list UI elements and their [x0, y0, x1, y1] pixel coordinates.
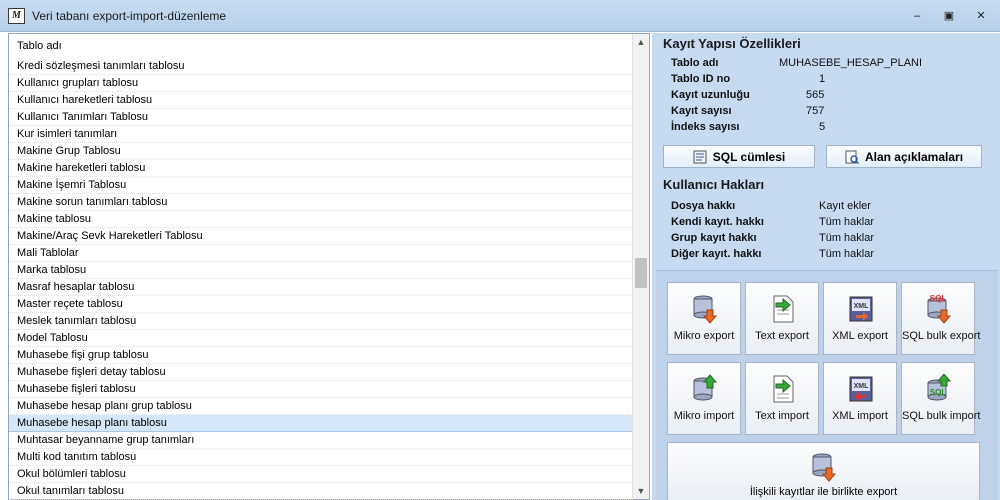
text-import-icon	[773, 375, 794, 403]
tile-label: Text import	[755, 410, 809, 422]
other-record-right-value: Tüm haklar	[819, 248, 875, 260]
table-row[interactable]: Meslek tanımları tablosu	[9, 313, 633, 330]
table-row[interactable]: Muhasebe fişleri tablosu	[9, 381, 633, 398]
table-list-header[interactable]: Tablo adı	[9, 34, 633, 58]
field-descriptions-button[interactable]: Alan açıklamaları	[826, 145, 982, 168]
record-count-value: 757	[806, 105, 825, 117]
tile-label: Mikro import	[673, 410, 735, 422]
table-row[interactable]: Muhtasar beyanname grup tanımları	[9, 432, 633, 449]
record-structure-title: Kayıt Yapısı Özellikleri	[663, 36, 801, 51]
prop-label: Tablo ID no	[671, 73, 731, 85]
tile-label: SQL bulk export	[902, 330, 981, 342]
right-label: Diğer kayıt. hakkı	[671, 248, 762, 260]
table-row[interactable]: Makine Grup Tablosu	[9, 143, 633, 160]
sql-statement-label: SQL cümlesi	[712, 149, 786, 164]
right-label: Grup kayıt hakkı	[671, 232, 757, 244]
sql-export-icon: SQL	[927, 294, 952, 324]
text-import-button[interactable]: Text import	[745, 362, 819, 435]
tile-label: XML import	[832, 410, 888, 422]
table-row[interactable]: Makine/Araç Sevk Hareketleri Tablosu	[9, 228, 633, 245]
vertical-scrollbar[interactable]: ▲ ▼	[632, 34, 649, 499]
export-import-area: Mikro export Text export XML XML export	[656, 270, 998, 500]
tile-label: SQL bulk import	[902, 410, 981, 422]
field-descriptions-icon	[845, 150, 859, 164]
table-row[interactable]: Multi kod tanıtım tablosu	[9, 449, 633, 466]
table-row[interactable]: Okul bölümleri tablosu	[9, 466, 633, 483]
table-row[interactable]: Makine tablosu	[9, 211, 633, 228]
sql-import-icon: SQL	[927, 374, 952, 401]
xml-export-icon: XML	[849, 296, 873, 322]
right-label: Dosya hakkı	[671, 200, 736, 212]
sql-bulk-export-button[interactable]: SQL SQL bulk export	[901, 282, 981, 355]
table-row[interactable]: Muhasebe hesap planı grup tablosu	[9, 398, 633, 415]
table-row[interactable]: Masraf hesaplar tablosu	[9, 279, 633, 296]
svg-text:SQL: SQL	[930, 294, 947, 303]
mikro-export-button[interactable]: Mikro export	[667, 282, 741, 355]
table-row[interactable]: Kullanıcı grupları tablosu	[9, 75, 633, 92]
table-row[interactable]: Master reçete tablosu	[9, 296, 633, 313]
window-title: Veri tabanı export-import-düzenleme	[32, 9, 227, 23]
table-row[interactable]: Model Tablosu	[9, 330, 633, 347]
app-logo-icon: M	[8, 8, 25, 24]
scroll-down-arrow-icon[interactable]: ▼	[633, 483, 649, 499]
xml-import-button[interactable]: XML XML import	[823, 362, 897, 435]
svg-text:XML: XML	[854, 383, 870, 390]
tile-label: XML export	[832, 330, 888, 342]
table-row[interactable]: Makine İşemri Tablosu	[9, 177, 633, 194]
text-export-button[interactable]: Text export	[745, 282, 819, 355]
xml-export-button[interactable]: XML XML export	[823, 282, 897, 355]
table-row-selected[interactable]: Muhasebe hesap planı tablosu	[9, 415, 633, 432]
properties-panel: Kayıt Yapısı Özellikleri Tablo adı MUHAS…	[652, 33, 1000, 500]
table-row[interactable]: Kredi sözleşmesi tanımları tablosu	[9, 58, 633, 75]
prop-label: Kayıt sayısı	[671, 105, 732, 117]
scroll-up-arrow-icon[interactable]: ▲	[633, 34, 649, 50]
table-row[interactable]: Muhasebe fişi grup tablosu	[9, 347, 633, 364]
table-row[interactable]: Kullanıcı Tanımları Tablosu	[9, 109, 633, 126]
tile-label: Mikro export	[673, 330, 735, 342]
right-label: Kendi kayıt. hakkı	[671, 216, 764, 228]
restore-button[interactable]: ▣	[941, 9, 957, 23]
prop-label: Kayıt uzunluğu	[671, 89, 750, 101]
scroll-thumb[interactable]	[635, 258, 647, 288]
prop-label: İndeks sayısı	[671, 121, 740, 133]
svg-text:XML: XML	[854, 303, 870, 310]
record-length-value: 565	[806, 89, 825, 101]
own-record-right-value: Tüm haklar	[819, 216, 875, 228]
group-record-right-value: Tüm haklar	[819, 232, 875, 244]
table-row[interactable]: Mali Tablolar	[9, 245, 633, 262]
database-import-icon	[693, 374, 718, 401]
table-list: Kredi sözleşmesi tanımları tablosu Kulla…	[9, 58, 633, 500]
mikro-import-button[interactable]: Mikro import	[667, 362, 741, 435]
table-row[interactable]: Marka tablosu	[9, 262, 633, 279]
table-row[interactable]: Kur isimleri tanımları	[9, 126, 633, 143]
xml-import-icon: XML	[849, 376, 873, 402]
database-export-icon	[693, 295, 718, 324]
table-row[interactable]: Makine sorun tanımları tablosu	[9, 194, 633, 211]
field-descriptions-label: Alan açıklamaları	[864, 149, 964, 164]
text-export-icon	[773, 295, 794, 323]
table-id-value: 1	[819, 73, 826, 85]
sql-statement-icon	[693, 150, 707, 163]
table-row[interactable]: Makine hareketleri tablosu	[9, 160, 633, 177]
close-button[interactable]: ✕	[973, 9, 989, 23]
user-rights-title: Kullanıcı Hakları	[663, 177, 765, 192]
table-row[interactable]: Kullanıcı hareketleri tablosu	[9, 92, 633, 109]
table-row[interactable]: Muhasebe fişleri detay tablosu	[9, 364, 633, 381]
minimize-button[interactable]: –	[909, 9, 925, 23]
table-row[interactable]: Okul tanımları tablosu	[9, 483, 633, 500]
title-bar: M Veri tabanı export-import-düzenleme – …	[0, 0, 1000, 32]
tile-label: Text export	[755, 330, 809, 342]
table-list-panel: Tablo adı Kredi sözleşmesi tanımları tab…	[8, 33, 650, 500]
sql-bulk-import-button[interactable]: SQL SQL bulk import	[901, 362, 981, 435]
related-records-export-label: İlişkili kayıtlar ile birlikte export	[749, 486, 898, 498]
table-name-value: MUHASEBE_HESAP_PLANI	[779, 57, 923, 69]
sql-statement-button[interactable]: SQL cümlesi	[663, 145, 815, 168]
related-records-export-button[interactable]: İlişkili kayıtlar ile birlikte export	[667, 442, 980, 500]
svg-text:SQL: SQL	[930, 388, 947, 397]
database-export-icon	[812, 453, 837, 482]
file-right-value: Kayıt ekler	[819, 200, 871, 212]
index-count-value: 5	[819, 121, 826, 133]
prop-label: Tablo adı	[671, 57, 719, 69]
